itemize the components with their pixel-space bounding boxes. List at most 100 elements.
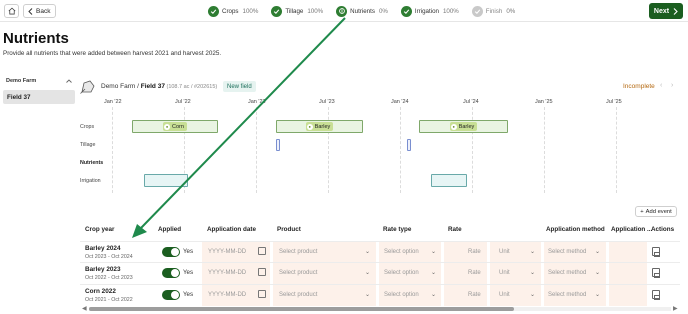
calendar-icon [258, 290, 266, 298]
rate-type-select[interactable]: Select option ⌄ [379, 263, 441, 284]
method-placeholder: Select method [548, 292, 587, 298]
chevron-down-icon: ⌄ [530, 292, 536, 298]
row-label-crops: Crops [80, 124, 95, 130]
save-icon[interactable] [652, 247, 660, 257]
unit-placeholder: Unit [499, 292, 510, 298]
next-button[interactable]: Next [649, 3, 683, 19]
table-row: Barley 2023 Oct 2022 - Oct 2023 Yes YYYY… [80, 262, 680, 284]
crop-year-name: Corn 2022 [85, 288, 116, 295]
save-icon[interactable] [652, 268, 660, 278]
chevron-left-icon[interactable]: ‹ [660, 82, 662, 89]
rate-type-placeholder: Select option [384, 249, 419, 255]
rate-type-placeholder: Select option [384, 292, 419, 298]
product-placeholder: Select product [279, 270, 318, 276]
step-tillage[interactable]: Tillage 100% [271, 4, 323, 18]
applied-toggle[interactable] [162, 247, 180, 257]
application-method-select[interactable]: Select method ⌄ [544, 285, 606, 306]
field-name: Field 37 [140, 83, 165, 90]
grid-line [616, 107, 617, 193]
product-placeholder: Select product [279, 292, 318, 298]
chevron-down-icon: ⌄ [431, 249, 437, 255]
step-crops[interactable]: Crops 100% [208, 4, 258, 18]
irrigation-bar[interactable] [144, 174, 188, 187]
horizontal-scrollbar[interactable]: ◀ ▶ [80, 306, 680, 312]
crop-bar-corn[interactable]: ● Corn [132, 120, 218, 133]
timeline-month: Jul '24 [463, 99, 479, 105]
product-select[interactable]: Select product ⌄ [273, 285, 376, 306]
timeline-month: Jan '25 [535, 99, 553, 105]
page-subtitle: Provide all nutrients that were added be… [3, 50, 222, 57]
chevron-down-icon: ⌄ [431, 270, 437, 276]
barley-icon: ● [306, 123, 313, 130]
home-button[interactable] [4, 4, 19, 18]
timeline-month: Jan '22 [104, 99, 122, 105]
step-label: Irrigation [414, 7, 439, 15]
col-header-crop-year: Crop year [85, 226, 115, 233]
application-method-select[interactable]: Select method ⌄ [544, 242, 606, 263]
crop-year-range: Oct 2022 - Oct 2023 [85, 275, 133, 281]
field-breadcrumb: Demo Farm / Field 37 (108.7 ac / #202615… [101, 83, 218, 90]
application-date-field[interactable]: YYYY-MM-DD [202, 242, 270, 263]
plus-icon: + [640, 208, 644, 215]
col-header-rate-type: Rate type [383, 226, 412, 233]
step-label: Crops [222, 7, 239, 15]
chevron-down-icon: ⌄ [530, 249, 536, 255]
unit-select[interactable]: Unit ⌄ [490, 263, 541, 284]
scrollbar-thumb[interactable] [89, 307, 514, 311]
chevron-up-icon [66, 78, 72, 83]
field-map-icon [80, 80, 95, 94]
rate-type-placeholder: Select option [384, 270, 419, 276]
date-placeholder: YYYY-MM-DD [208, 270, 247, 276]
date-placeholder: YYYY-MM-DD [208, 292, 247, 298]
sidebar: Demo Farm Field 37 [3, 75, 75, 104]
scroll-left-icon[interactable]: ◀ [82, 305, 87, 312]
crop-year-name: Barley 2024 [85, 245, 121, 252]
rate-placeholder: Rate [468, 249, 481, 255]
check-icon [471, 5, 483, 17]
rate-input[interactable]: Rate [444, 263, 487, 284]
add-event-label: Add event [645, 208, 672, 215]
save-icon[interactable] [652, 290, 660, 300]
crop-bar-barley-2023[interactable]: ● Barley [276, 120, 363, 133]
application-date-field[interactable]: YYYY-MM-DD [202, 285, 270, 306]
table-row: Corn 2022 Oct 2021 - Oct 2022 Yes YYYY-M… [80, 284, 680, 306]
irrigation-bar[interactable] [431, 174, 467, 187]
timeline-month: Jul '22 [175, 99, 191, 105]
rate-input[interactable]: Rate [444, 242, 487, 263]
step-irrigation[interactable]: Irrigation 100% [400, 4, 459, 18]
crop-bar-barley-2024[interactable]: ● Barley [419, 120, 508, 133]
rate-type-select[interactable]: Select option ⌄ [379, 285, 441, 306]
application-extra-field[interactable] [609, 263, 647, 284]
chevron-right-icon[interactable]: › [671, 82, 673, 89]
application-date-field[interactable]: YYYY-MM-DD [202, 263, 270, 284]
tillage-event[interactable] [276, 139, 280, 151]
page-title: Nutrients [3, 30, 69, 47]
application-method-select[interactable]: Select method ⌄ [544, 263, 606, 284]
product-select[interactable]: Select product ⌄ [273, 242, 376, 263]
application-extra-field[interactable] [609, 242, 647, 263]
rate-input[interactable]: Rate [444, 285, 487, 306]
chevron-right-icon [673, 7, 678, 15]
sidebar-item-field-37[interactable]: Field 37 [3, 90, 75, 104]
application-extra-field[interactable] [609, 285, 647, 306]
timeline-month: Jan '23 [248, 99, 266, 105]
add-event-button[interactable]: + Add event [635, 206, 677, 217]
tillage-event[interactable] [407, 139, 411, 151]
unit-select[interactable]: Unit ⌄ [490, 242, 541, 263]
product-select[interactable]: Select product ⌄ [273, 263, 376, 284]
sidebar-farm-header[interactable]: Demo Farm [3, 75, 75, 86]
step-nutrients[interactable]: Nutrients 0% [336, 4, 388, 18]
chevron-down-icon: ⌄ [595, 249, 601, 255]
unit-select[interactable]: Unit ⌄ [490, 285, 541, 306]
chevron-down-icon: ⌄ [365, 249, 371, 255]
nutrients-icon [336, 5, 348, 17]
rate-type-select[interactable]: Select option ⌄ [379, 242, 441, 263]
applied-toggle[interactable] [162, 268, 180, 278]
row-label-nutrients: Nutrients [80, 160, 104, 166]
back-button[interactable]: Back [23, 4, 56, 18]
rate-placeholder: Rate [468, 292, 481, 298]
applied-toggle[interactable] [162, 290, 180, 300]
step-pct: 100% [442, 7, 459, 15]
timeline: Jan '22 Jul '22 Jan '23 Jul '23 Jan '24 … [80, 97, 680, 193]
scroll-right-icon[interactable]: ▶ [673, 305, 678, 312]
